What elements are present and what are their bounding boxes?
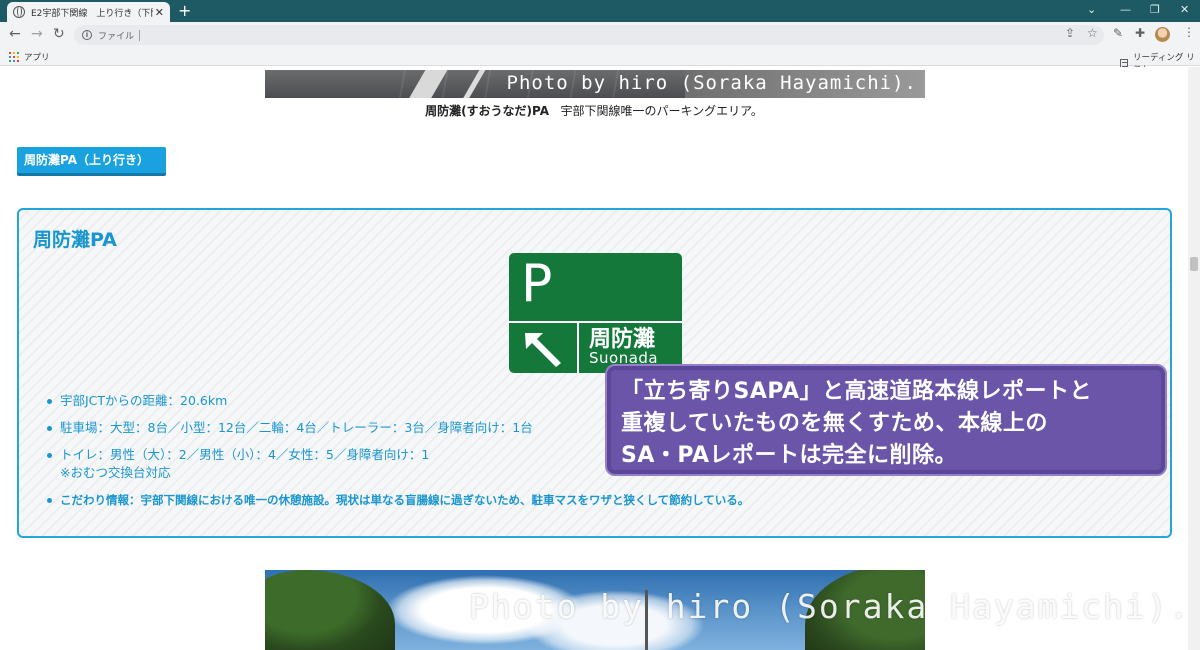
sign-divider bbox=[577, 321, 579, 373]
browser-tab[interactable]: E2宇部下関線 上り行き（下関JCT ✕ bbox=[7, 2, 170, 22]
bookmark-star-icon[interactable]: ☆ bbox=[1087, 26, 1098, 40]
toilet-text: トイレ：男性（大）：2／男性（小）：4／女性：5／身障者向け：1 bbox=[60, 447, 430, 462]
vertical-scrollbar[interactable] bbox=[1188, 67, 1200, 650]
notice-line-1: 「立ち寄りSAPA」と高速道路本線レポートと bbox=[621, 379, 1093, 404]
apps-dot bbox=[9, 52, 11, 54]
apps-dot bbox=[17, 60, 19, 62]
top-photo: Photo by hiro (Soraka Hayamichi). bbox=[265, 70, 925, 98]
parking-area-sign: P 周防灘 Suonada bbox=[509, 253, 682, 373]
trees-left bbox=[265, 570, 395, 650]
distance-text: 宇部JCTからの距離：20.6km bbox=[60, 393, 228, 408]
apps-dot bbox=[17, 52, 19, 54]
parking-text: 駐車場：大型：8台／小型：12台／二輪：4台／トレーラー：3台／身障者向け：1台 bbox=[60, 420, 533, 435]
list-item: こだわり情報：宇部下関線における唯一の休憩施設。現状は単なる盲腸線に過ぎないため… bbox=[47, 491, 749, 509]
close-window-icon[interactable]: ✕ bbox=[1180, 3, 1189, 16]
scrollbar-thumb[interactable] bbox=[1190, 257, 1198, 271]
apps-dot bbox=[13, 60, 15, 62]
new-tab-button[interactable]: + bbox=[178, 2, 191, 20]
profile-avatar[interactable] bbox=[1155, 27, 1170, 42]
card-title: 周防灘PA bbox=[33, 229, 117, 251]
bookmarks-bar: アプリ リーディング リスト bbox=[0, 48, 1200, 75]
tab-strip: E2宇部下関線 上り行き（下関JCT ✕ + ⌄ — ❐ ✕ bbox=[0, 0, 1200, 22]
bottom-photo-credit: Photo by hiro (Soraka Hayamichi). bbox=[469, 587, 1188, 626]
forward-icon[interactable]: → bbox=[31, 26, 43, 42]
caption-text: 宇部下関線唯一のパーキングエリア。 bbox=[560, 104, 763, 118]
globe-icon bbox=[13, 6, 25, 18]
top-photo-credit: Photo by hiro (Soraka Hayamichi). bbox=[506, 72, 917, 94]
notice-line-2: 重複していたものを無くすため、本線上の bbox=[621, 411, 1048, 436]
apps-dot bbox=[13, 56, 15, 58]
overlay-notice: 「立ち寄りSAPA」と高速道路本線レポートと 重複していたものを無くすため、本線… bbox=[605, 364, 1167, 476]
browser-toolbar: ← → ↻ i ファイル bbox=[0, 22, 1200, 48]
apps-dot bbox=[13, 52, 15, 54]
menu-kebab-icon[interactable]: ⋮ bbox=[1183, 25, 1195, 39]
parking-p-letter: P bbox=[521, 254, 553, 314]
info-icon[interactable]: i bbox=[82, 30, 92, 40]
arrow-up-left-icon bbox=[525, 333, 561, 367]
extensions-puzzle-icon[interactable]: ✚ bbox=[1135, 26, 1145, 40]
apps-dot bbox=[9, 60, 11, 62]
special-info-text: こだわり情報：宇部下関線における唯一の休憩施設。現状は単なる盲腸線に過ぎないため… bbox=[60, 493, 750, 507]
apps-dot bbox=[17, 56, 19, 58]
close-tab-icon[interactable]: ✕ bbox=[155, 6, 164, 19]
page-content: Photo by hiro (Soraka Hayamichi). 周防灘(すお… bbox=[0, 67, 1188, 650]
back-icon[interactable]: ← bbox=[9, 26, 21, 42]
address-scheme: ファイル bbox=[98, 31, 135, 42]
extension-brush-icon[interactable]: ✎ bbox=[1113, 26, 1123, 40]
address-cursor bbox=[139, 29, 141, 41]
apps-bookmark[interactable]: アプリ bbox=[24, 51, 50, 63]
caption-title: 周防灘(すおうなだ)PA bbox=[425, 104, 550, 118]
notice-line-3: SA・PAレポートは完全に削除。 bbox=[621, 443, 958, 468]
minimize-icon[interactable]: — bbox=[1120, 3, 1131, 16]
direction-button[interactable]: 周防灘PA（上り行き） bbox=[17, 147, 166, 176]
tab-search-icon[interactable]: ⌄ bbox=[1087, 3, 1096, 16]
share-icon[interactable]: ⇪ bbox=[1065, 26, 1075, 40]
restore-icon[interactable]: ❐ bbox=[1150, 3, 1160, 16]
address-bar[interactable]: i ファイル bbox=[74, 25, 1104, 45]
apps-dot bbox=[9, 56, 11, 58]
photo-caption: 周防灘(すおうなだ)PA 宇部下関線唯一のパーキングエリア。 bbox=[0, 102, 1188, 119]
tab-title: E2宇部下関線 上り行き（下関JCT bbox=[31, 8, 153, 19]
apps-grid-icon[interactable] bbox=[9, 52, 19, 62]
reload-icon[interactable]: ↻ bbox=[53, 26, 65, 42]
